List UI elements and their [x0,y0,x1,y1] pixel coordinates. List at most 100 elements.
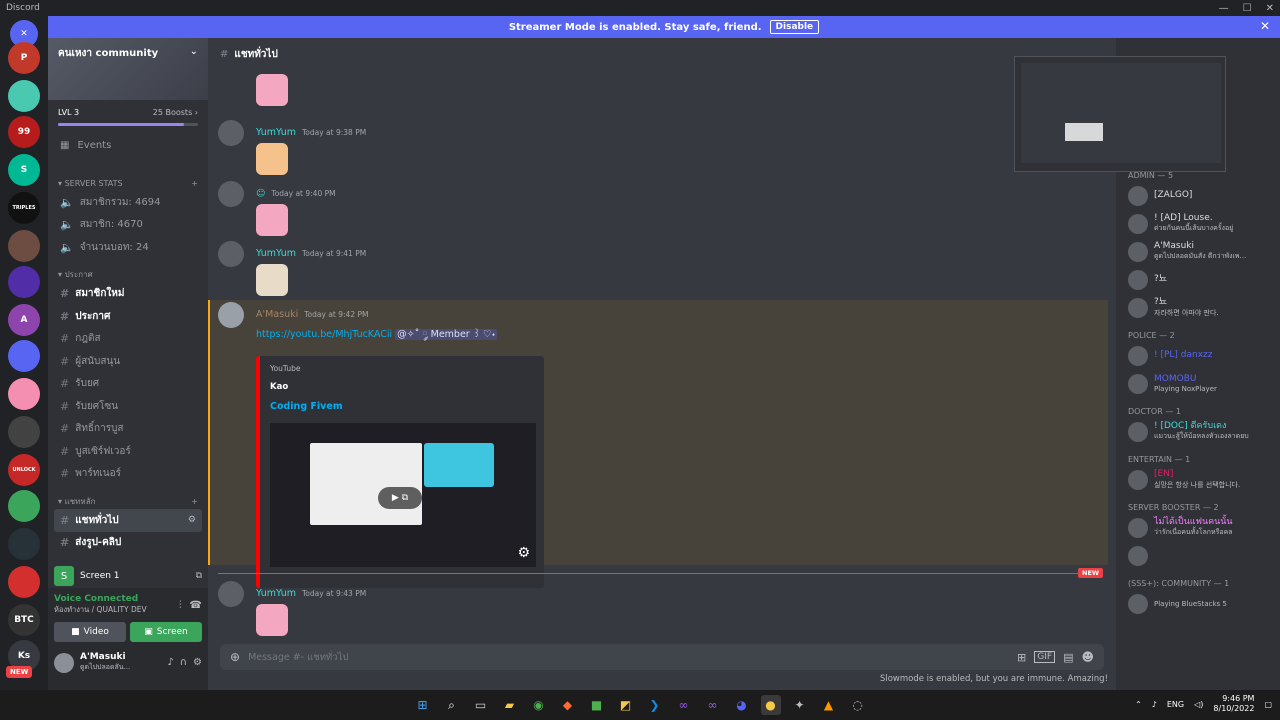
channel-item[interactable]: 🔈 จำนวนบอท: 24 [48,236,208,259]
message-author[interactable]: A'Masuki [256,309,298,320]
message-input[interactable]: Message #- แชททั่วไป [248,650,348,665]
sticker[interactable] [256,204,288,236]
member-item[interactable]: ?뇨 자라하면 아파야 판다. [1116,294,1280,322]
channel-item[interactable]: # แชททั่วไป ⚙ [54,509,202,532]
language-indicator[interactable]: ENG [1167,700,1184,709]
close-banner-icon[interactable]: ✕ [1260,19,1270,33]
category-general[interactable]: ▾ แชทหลัก + [48,493,208,509]
member-item[interactable]: Playing BlueStacks 5 [1116,590,1280,618]
channel-item[interactable]: # บูสเซิร์ฟเวอร์ [48,440,208,463]
chrome-icon[interactable]: ◉ [529,695,549,715]
role-mention[interactable]: @✧˚ ༘ Member ꒱ ♡˖ [395,329,498,340]
member-item[interactable]: [ZALGO] [1116,182,1280,210]
minimize-icon[interactable]: — [1219,3,1229,14]
message-composer[interactable]: ⊕ Message #- แชททั่วไป ⊞ GIF ▤ ☻ [220,644,1104,670]
member-item[interactable]: [EN] 실망은 항상 나를 선택합니다. [1116,466,1280,494]
message-author[interactable]: YumYum [256,588,296,599]
avatar[interactable] [218,581,244,607]
voice-channel[interactable]: ห้องทำงาน / QUALITY DEV [54,604,147,616]
member-item[interactable]: ! [PL] danxzz [1116,342,1280,370]
channel-item[interactable]: 🔈 สมาชิก: 4670 [48,214,208,237]
channel-item[interactable]: # กฎติส [48,328,208,351]
avatar[interactable] [218,181,244,207]
server-icon[interactable] [8,416,40,448]
microphone-icon[interactable]: ♪ [1152,700,1157,709]
sticker[interactable] [256,143,288,175]
member-item[interactable] [1116,542,1280,570]
app-icon[interactable]: ■ [587,695,607,715]
volume-icon[interactable]: ◁) [1194,700,1203,709]
channel-item[interactable]: # รับยศ [48,373,208,396]
avatar[interactable] [218,302,244,328]
screen-button[interactable]: ▣ Screen [130,622,202,642]
server-header[interactable]: คนเหงา community ⌄ [48,38,208,100]
channel-item[interactable]: # ประกาศ [48,305,208,328]
headphones-icon[interactable]: ∩ [180,657,187,668]
category-server-stats[interactable]: ▾ SERVER STATS + [48,175,208,191]
video-button[interactable]: ■ Video [54,622,126,642]
video-thumbnail[interactable]: ▶ ⧉ ⚙ [270,423,536,567]
server-icon[interactable] [8,80,40,112]
sticker[interactable] [256,74,288,106]
close-window-icon[interactable]: ✕ [1266,3,1274,14]
windows-start-icon[interactable]: ⊞ [413,695,433,715]
member-item[interactable]: ! [DOC] ดีครับเดง แมวนะสู้ให้บ้อหลงหัวเอง… [1116,418,1280,446]
task-view-icon[interactable]: ▭ [471,695,491,715]
category-announce[interactable]: ▾ ประกาศ [48,267,208,283]
visual-studio-icon[interactable]: ∞ [703,695,723,715]
server-icon[interactable]: TRIPLES [8,192,40,224]
chevron-down-icon[interactable]: ⌄ [190,46,198,57]
channel-item[interactable]: # ส่งรูป-คลิป [48,532,208,555]
member-item[interactable]: ?뇨 [1116,266,1280,294]
add-channel-icon[interactable]: + [191,497,198,506]
clock-time[interactable]: 9:46 PM [1213,694,1254,704]
message-link[interactable]: https://youtu.be/MhjTucKACii [256,329,392,340]
gift-icon[interactable]: ⊞ [1017,651,1026,664]
app-icon[interactable]: ◆ [558,695,578,715]
emoji-icon[interactable]: ☻ [1081,650,1094,664]
play-icon[interactable]: ▶ ⧉ [378,487,422,509]
server-icon[interactable] [8,266,40,298]
sticker[interactable] [256,264,288,296]
search-icon[interactable]: ⌕ [442,695,462,715]
server-icon[interactable]: P [8,42,40,74]
sticker-icon[interactable]: ▤ [1063,651,1073,664]
file-explorer-icon[interactable]: ▰ [500,695,520,715]
embed-title[interactable]: Coding Fivem [270,401,534,412]
app-icon[interactable]: ● [760,695,781,715]
microphone-icon[interactable]: ♪ [167,657,173,668]
avatar[interactable] [218,120,244,146]
embed-author[interactable]: Kao [270,382,534,392]
server-icon[interactable]: S [8,154,40,186]
member-item[interactable]: ไม่ได้เป็นแฟนคนนั้น ว่ารักเนื่อคนทั้งโลกห… [1116,514,1280,542]
server-icon[interactable]: A [8,304,40,336]
avatar[interactable] [54,652,74,673]
server-icon[interactable] [8,378,40,410]
gif-icon[interactable]: GIF [1034,651,1056,663]
channel-item[interactable]: # พาร์ทเนอร์ [48,463,208,486]
server-icon[interactable]: UNLOCK [8,454,40,486]
app-icon[interactable]: ◌ [848,695,868,715]
disable-button[interactable]: Disable [769,20,820,34]
channel-item[interactable]: # ผู้สนับสนุน [48,350,208,373]
message-author[interactable]: YumYum [256,248,296,259]
server-icon[interactable] [8,528,40,560]
add-channel-icon[interactable]: + [191,179,198,188]
gear-icon[interactable]: ⚙ [193,657,202,668]
maximize-icon[interactable]: ☐ [1243,3,1252,14]
member-item[interactable]: ! [AD] Louse. ด่วยกันคนนี้เส้นบางครั้งอยู… [1116,210,1280,238]
channel-item[interactable]: 🔈 สมาชิกรวม: 4694 [48,191,208,214]
message-author[interactable]: YumYum [256,127,296,138]
discord-icon[interactable]: ◕ [732,695,752,715]
sticker[interactable] [256,604,288,636]
channel-item[interactable]: # สมาชิกใหม่ [48,283,208,306]
avatar[interactable] [218,241,244,267]
server-icon[interactable] [8,566,40,598]
member-item[interactable]: A'Masuki ดูดไปปลอดมันสัง ดีกว่าพังเพ... [1116,238,1280,266]
channel-item[interactable]: # รับยศโซน [48,395,208,418]
disconnect-icon[interactable]: ☎ [190,600,202,611]
server-icon[interactable]: 99 [8,116,40,148]
member-item[interactable]: MOMOBU Playing NoxPlayer [1116,370,1280,398]
app-icon[interactable]: ▲ [819,695,839,715]
clock-date[interactable]: 8/10/2022 [1213,704,1254,714]
